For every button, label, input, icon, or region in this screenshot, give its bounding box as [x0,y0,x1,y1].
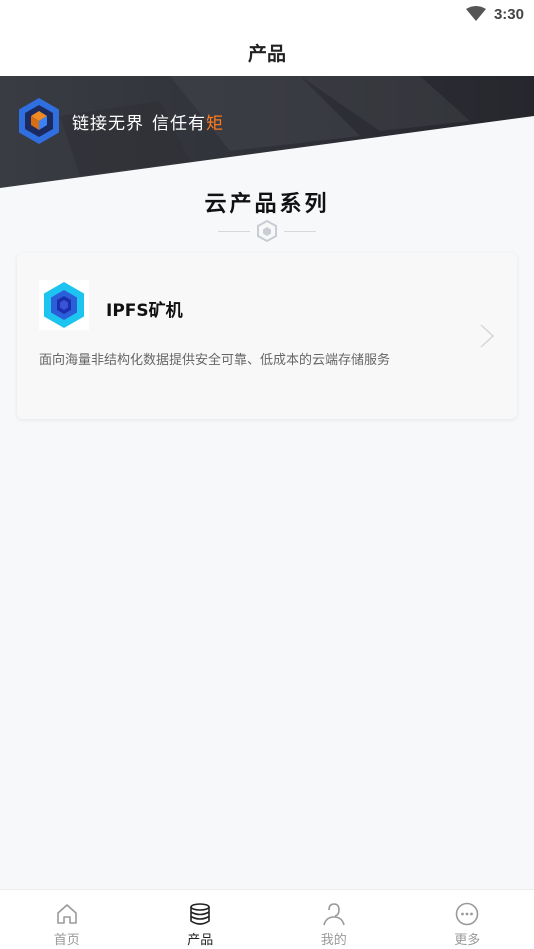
tab-mine-label: 我的 [320,933,347,948]
brand-cube-logo-icon [19,98,59,144]
product-description: 面向海量非结构化数据提供安全可靠、低成本的云端存储服务 [39,353,391,368]
home-icon [56,904,77,924]
product-card-ipfs[interactable]: IPFS矿机 面向海量非结构化数据提供安全可靠、低成本的云端存储服务 [17,253,517,419]
banner-slogan: 链接无界 信任有矩 [72,109,224,134]
database-icon [190,903,211,925]
hexagon-cube-icon [39,280,89,330]
user-icon [322,903,345,926]
page-title: 产品 [247,42,286,65]
more-icon [455,902,479,926]
chevron-right-icon [480,324,495,348]
tab-mine[interactable]: 我的 [267,890,401,949]
section-divider [218,220,316,242]
tab-home[interactable]: 首页 [0,890,134,949]
tab-more-label: 更多 [454,933,481,948]
slogan-part1: 链接无界 [72,114,144,134]
banner: 链接无界 信任有矩 [0,76,534,188]
section-title: 云产品系列 [204,192,330,217]
divider-line-right [284,230,316,232]
tab-home-label: 首页 [53,933,80,948]
product-name: IPFS矿机 [106,301,183,321]
slogan-part2: 信任有 [152,114,206,134]
title-bar: 产品 [0,28,534,76]
bottom-tab-bar: 首页 产品 我的 更多 [0,889,534,949]
tab-more[interactable]: 更多 [401,890,534,949]
divider-line-left [218,230,250,232]
status-time: 3:30 [493,5,524,23]
hexagon-icon [257,220,277,242]
slogan-accent: 矩 [206,114,224,134]
status-bar: 3:30 [0,0,534,28]
tab-products-label: 产品 [187,933,214,948]
wifi-icon [465,6,486,21]
tab-products[interactable]: 产品 [134,890,268,949]
